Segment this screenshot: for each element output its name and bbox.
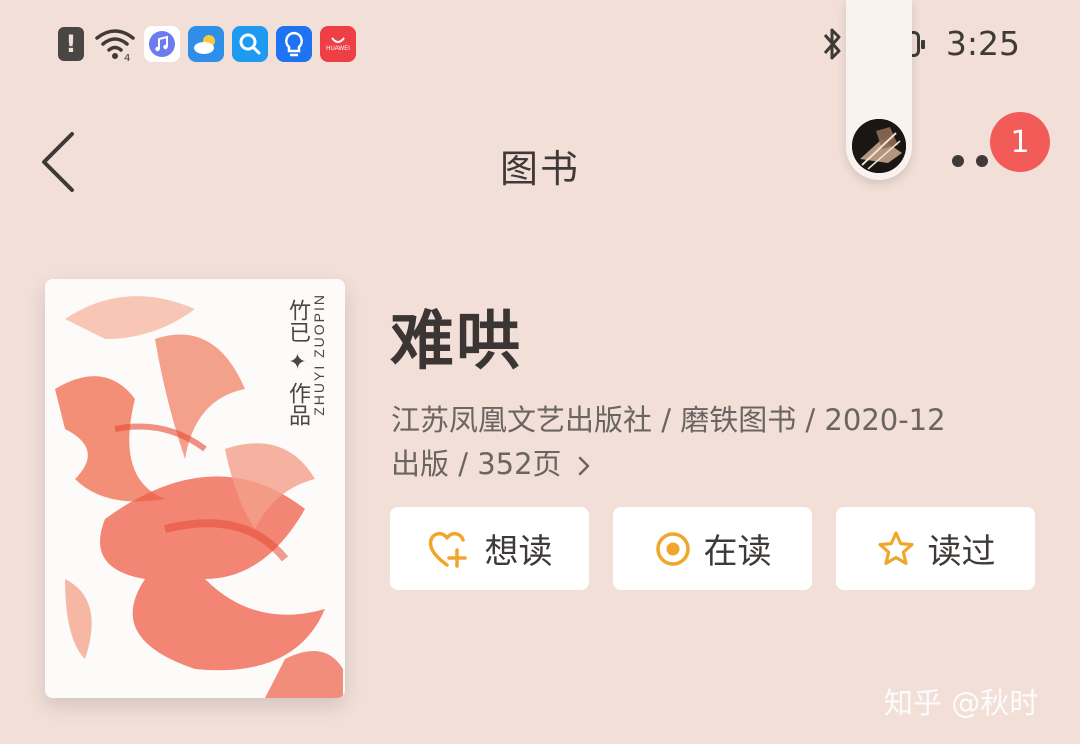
heart-plus-icon <box>428 531 467 568</box>
book-meta-line-2-wrap: 出版 / 352页 <box>391 442 1031 486</box>
want-to-read-button[interactable]: 想读 <box>390 507 589 590</box>
huawei-store-label: HUAWEI <box>326 46 350 52</box>
book-meta[interactable]: 江苏凤凰文艺出版社 / 磨铁图书 / 2020-12 出版 / 352页 <box>391 398 1031 486</box>
status-bar: ! 4 HUAWEI 3:25 <box>0 0 1080 92</box>
have-read-button[interactable]: 读过 <box>836 507 1035 590</box>
music-app-icon <box>144 26 180 62</box>
reading-label: 在读 <box>703 532 772 572</box>
weather-app-icon <box>188 26 224 62</box>
book-cover[interactable]: 竹已 ✦ 作品 ZHUYI ZUOPIN <box>45 279 345 698</box>
have-read-label: 读过 <box>927 532 996 572</box>
search-app-icon <box>232 26 268 62</box>
chevron-right-icon <box>578 456 590 476</box>
more-options-icon[interactable] <box>950 150 994 170</box>
book-meta-line-1: 江苏凤凰文艺出版社 / 磨铁图书 / 2020-12 <box>391 403 946 437</box>
alert-icon: ! <box>58 27 84 61</box>
cover-pinyin-text: ZHUYI ZUOPIN <box>311 293 327 416</box>
huawei-store-icon: HUAWEI <box>320 26 356 62</box>
reading-status-actions: 想读 在读 读过 <box>390 507 1035 590</box>
wifi-icon: 4 <box>95 29 135 62</box>
svg-text:4: 4 <box>124 53 130 62</box>
reading-dot-icon <box>655 531 690 566</box>
watermark-text: 知乎 @秋时 <box>884 686 1039 720</box>
star-icon <box>877 530 914 565</box>
book-title: 难哄 <box>390 305 522 379</box>
notification-badge[interactable]: 1 <box>990 112 1050 172</box>
status-icons-left: ! 4 HUAWEI <box>58 26 356 62</box>
reading-button[interactable]: 在读 <box>613 507 812 590</box>
tips-app-icon <box>276 26 312 62</box>
cover-author-text: 竹已 ✦ 作品 <box>285 299 310 426</box>
bluetooth-icon <box>823 28 841 59</box>
status-time: 3:25 <box>945 24 1020 63</box>
want-to-read-label: 想读 <box>484 532 553 572</box>
page-title: 图书 <box>499 147 580 191</box>
book-meta-line-2: 出版 / 352页 <box>391 447 562 481</box>
